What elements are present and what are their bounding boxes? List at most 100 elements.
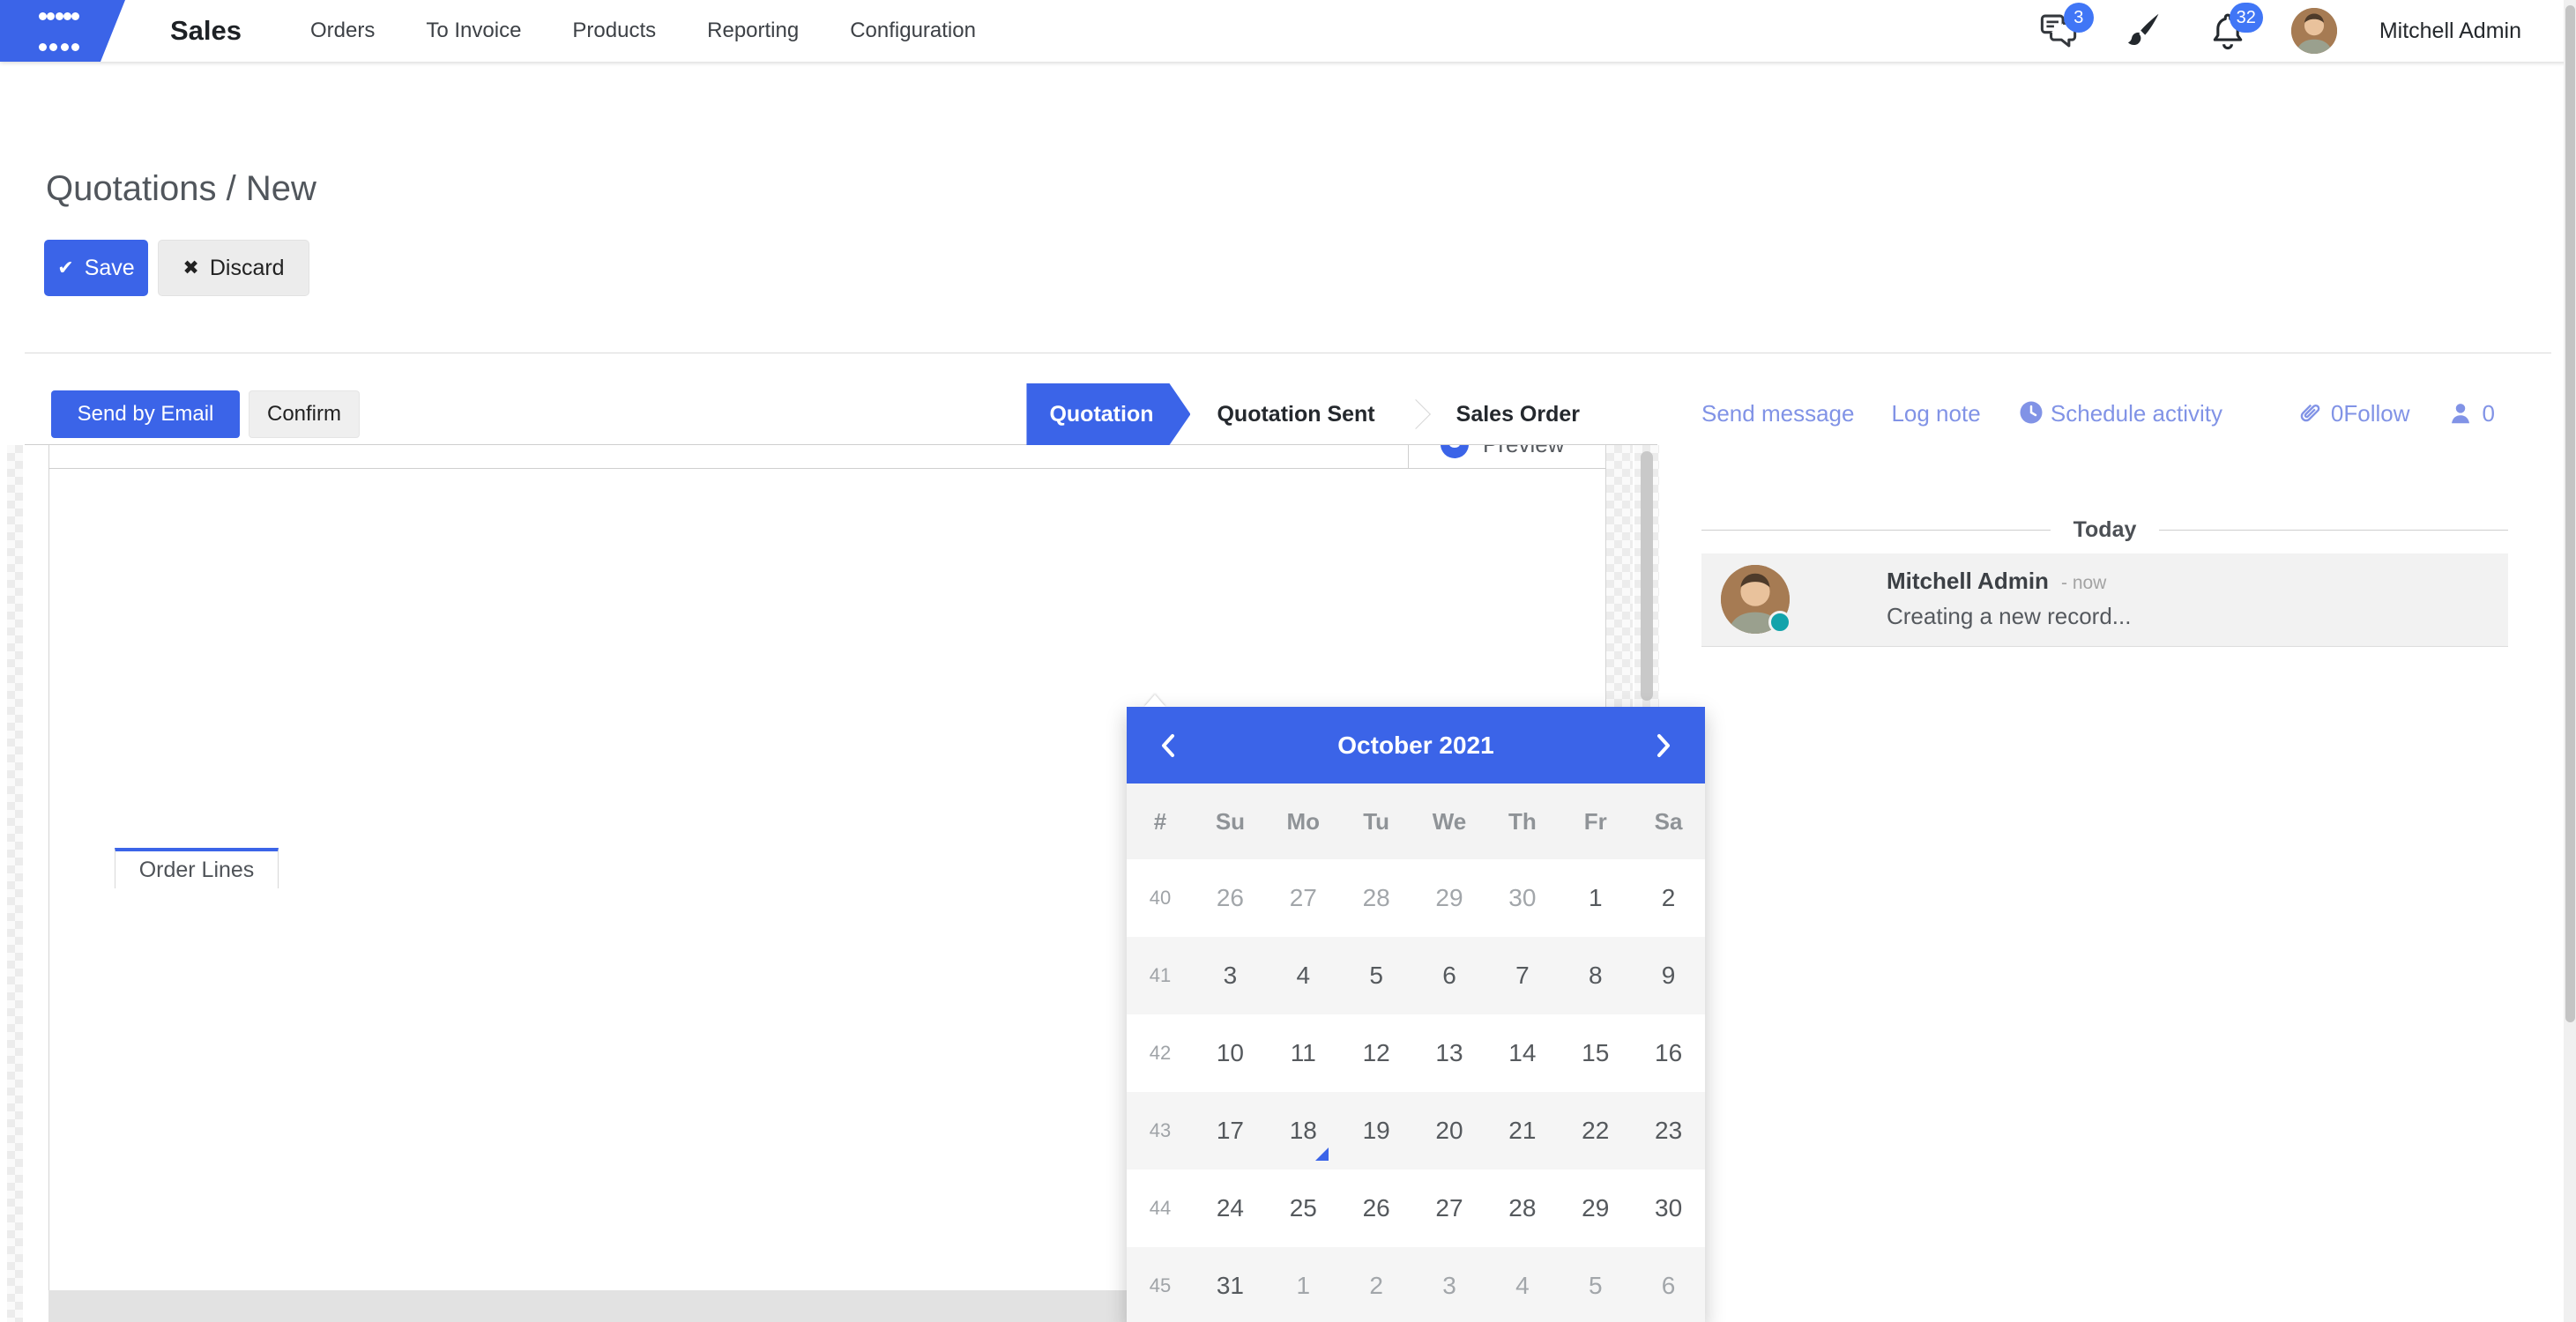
- previous-month-button[interactable]: [1157, 731, 1180, 761]
- datepicker-month-title[interactable]: October 2021: [1337, 732, 1493, 760]
- calendar-day[interactable]: 30: [1485, 859, 1559, 937]
- calendar-day[interactable]: 16: [1632, 1014, 1705, 1092]
- calendar-day[interactable]: 21: [1485, 1092, 1559, 1170]
- stage-quotation-sent[interactable]: Quotation Sent: [1190, 402, 1401, 427]
- sheet-top-border: [48, 468, 1606, 469]
- attachments-button[interactable]: 0: [2296, 400, 2343, 427]
- calendar-day[interactable]: 15: [1559, 1014, 1632, 1092]
- calendar-day[interactable]: 3: [1194, 937, 1267, 1014]
- calendar-day[interactable]: 2: [1340, 1247, 1413, 1322]
- odoo-sales-app: Sales Orders To Invoice Products Reporti…: [0, 0, 2576, 1322]
- navbar-systray: 3 32: [2037, 0, 2521, 62]
- follow-button[interactable]: Follow: [2343, 400, 2409, 427]
- calendar-day[interactable]: 17: [1194, 1092, 1267, 1170]
- calendar-day[interactable]: 6: [1413, 937, 1486, 1014]
- calendar-day[interactable]: 4: [1485, 1247, 1559, 1322]
- menu-orders[interactable]: Orders: [310, 19, 375, 43]
- calendar-day[interactable]: 4: [1267, 937, 1340, 1014]
- chatter-toolbar: Send message Log note Schedule activity …: [1701, 399, 2495, 427]
- calendar-day[interactable]: 24: [1194, 1170, 1267, 1247]
- calendar-day[interactable]: 1: [1559, 859, 1632, 937]
- calendar-day[interactable]: 8: [1559, 937, 1632, 1014]
- chevron-left-icon: [1158, 732, 1178, 759]
- date-divider: Today: [1701, 517, 2508, 543]
- calendar-day[interactable]: 10: [1194, 1014, 1267, 1092]
- statusbar: Send by Email Confirm Quotation Quotatio…: [25, 383, 1657, 445]
- calendar-day[interactable]: 7: [1485, 937, 1559, 1014]
- calendar-day[interactable]: 11: [1267, 1014, 1340, 1092]
- stage-sales-order[interactable]: Sales Order: [1430, 402, 1606, 427]
- send-message-button[interactable]: Send message: [1701, 400, 1854, 427]
- menu-to-invoice[interactable]: To Invoice: [426, 19, 521, 43]
- page-vertical-scrollbar[interactable]: [2564, 0, 2576, 1322]
- stage-quotation[interactable]: Quotation: [1026, 383, 1190, 445]
- weekday-label: Tu: [1340, 808, 1413, 836]
- main-menu: Orders To Invoice Products Reporting Con…: [310, 0, 976, 62]
- weekday-label: Mo: [1267, 808, 1340, 836]
- calendar-day-today[interactable]: 18: [1267, 1092, 1340, 1170]
- calendar-day[interactable]: 28: [1485, 1170, 1559, 1247]
- calendar-day[interactable]: 6: [1632, 1247, 1705, 1322]
- calendar-day[interactable]: 28: [1340, 859, 1413, 937]
- calendar-week-row: 4210111213141516: [1127, 1014, 1705, 1092]
- message-author[interactable]: Mitchell Admin: [1887, 568, 2049, 595]
- user-avatar[interactable]: [2291, 8, 2337, 54]
- breadcrumb-current: New: [246, 169, 316, 208]
- calendar-day[interactable]: 26: [1194, 859, 1267, 937]
- calendar-day[interactable]: 9: [1632, 937, 1705, 1014]
- calendar-day[interactable]: 20: [1413, 1092, 1486, 1170]
- schedule-activity-button[interactable]: Schedule activity: [2018, 399, 2222, 427]
- next-month-button[interactable]: [1652, 731, 1675, 761]
- calendar-day[interactable]: 26: [1340, 1170, 1413, 1247]
- calendar-day[interactable]: 29: [1559, 1170, 1632, 1247]
- save-button[interactable]: ✔ Save: [44, 240, 148, 296]
- calendar-day[interactable]: 5: [1340, 937, 1413, 1014]
- scrollbar-thumb[interactable]: [1641, 451, 1653, 701]
- menu-configuration[interactable]: Configuration: [850, 19, 976, 43]
- week-number-header: #: [1127, 808, 1194, 836]
- menu-reporting[interactable]: Reporting: [707, 19, 799, 43]
- schedule-activity-label: Schedule activity: [2051, 400, 2222, 427]
- calendar-day[interactable]: 13: [1413, 1014, 1486, 1092]
- scrollbar-thumb[interactable]: [2565, 5, 2575, 1022]
- calendar-day[interactable]: 27: [1267, 859, 1340, 937]
- calendar-day[interactable]: 25: [1267, 1170, 1340, 1247]
- calendar-day[interactable]: 19: [1340, 1092, 1413, 1170]
- calendar-day[interactable]: 14: [1485, 1014, 1559, 1092]
- messages-button[interactable]: 3: [2037, 10, 2080, 52]
- tab-order-lines[interactable]: Order Lines: [115, 848, 279, 888]
- calendar-day[interactable]: 29: [1413, 859, 1486, 937]
- calendar-day[interactable]: 27: [1413, 1170, 1486, 1247]
- weekday-label: Th: [1485, 808, 1559, 836]
- user-menu[interactable]: Mitchell Admin: [2379, 19, 2521, 44]
- online-status-dot: [1768, 611, 1791, 634]
- send-by-email-button[interactable]: Send by Email: [51, 390, 240, 438]
- datepicker-weekday-row: # Su Mo Tu We Th Fr Sa: [1127, 784, 1705, 859]
- confirm-button[interactable]: Confirm: [249, 390, 360, 438]
- calendar-day[interactable]: 12: [1340, 1014, 1413, 1092]
- datepicker-header: October 2021: [1127, 707, 1705, 784]
- date-divider-label: Today: [2073, 517, 2137, 543]
- calendar-day[interactable]: 22: [1559, 1092, 1632, 1170]
- calendar-week-number: 43: [1127, 1119, 1194, 1142]
- cross-icon: ✖: [182, 256, 198, 279]
- notifications-button[interactable]: 32: [2207, 10, 2249, 52]
- menu-products[interactable]: Products: [572, 19, 656, 43]
- log-note-button[interactable]: Log note: [1891, 400, 1980, 427]
- apps-menu-button[interactable]: [0, 0, 125, 62]
- theme-brush-button[interactable]: [2122, 10, 2164, 52]
- breadcrumb: Quotations / New: [46, 169, 316, 209]
- calendar-day[interactable]: 1: [1267, 1247, 1340, 1322]
- calendar-day[interactable]: 31: [1194, 1247, 1267, 1322]
- calendar-day[interactable]: 30: [1632, 1170, 1705, 1247]
- calendar-day[interactable]: 2: [1632, 859, 1705, 937]
- datepicker-popup: October 2021 # Su Mo Tu We Th Fr Sa 4026…: [1127, 707, 1705, 1322]
- calendar-day[interactable]: 23: [1632, 1092, 1705, 1170]
- calendar-day[interactable]: 5: [1559, 1247, 1632, 1322]
- calendar-day[interactable]: 3: [1413, 1247, 1486, 1322]
- app-name[interactable]: Sales: [170, 15, 242, 47]
- customer-preview-button[interactable]: Preview: [1408, 445, 1605, 468]
- followers-button[interactable]: 0: [2447, 400, 2495, 427]
- discard-button[interactable]: ✖ Discard: [158, 240, 309, 296]
- breadcrumb-quotations[interactable]: Quotations: [46, 169, 216, 208]
